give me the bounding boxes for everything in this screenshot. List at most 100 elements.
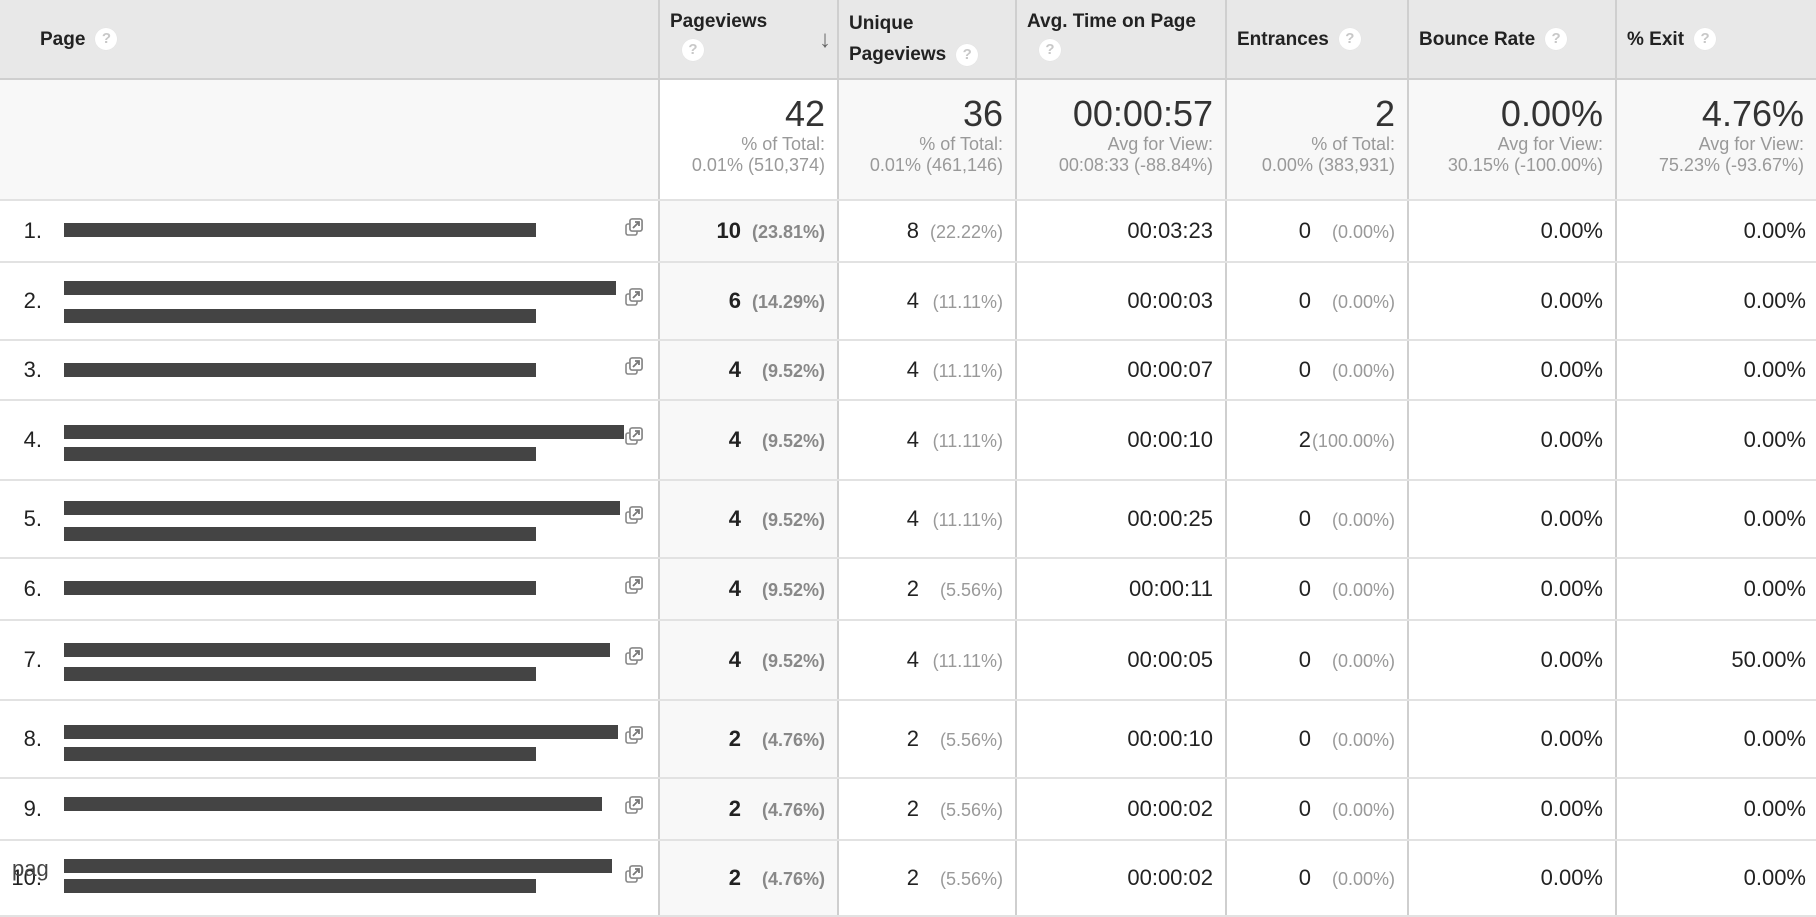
unique-pageviews-percent: (11.11%) — [932, 292, 1003, 312]
entrances-percent: (0.00%) — [1331, 292, 1395, 312]
pageviews-cell: 4 (9.52%) — [659, 400, 839, 481]
exit-cell: 0.00% — [1616, 200, 1816, 263]
unique-pageviews-cell: 2 (5.56%) — [838, 558, 1017, 621]
exit-cell: 0.00% — [1616, 840, 1816, 917]
help-icon[interactable]: ? — [956, 43, 979, 66]
sort-descending-icon[interactable]: ↓ — [819, 24, 831, 55]
row-index: 4. — [23, 427, 42, 452]
open-in-new-window-icon[interactable] — [624, 426, 644, 446]
bounce-rate-cell: 0.00% — [1408, 778, 1617, 841]
unique-pageviews-percent: (11.11%) — [932, 431, 1003, 451]
pageviews-cell: 10 (23.81%) — [659, 200, 839, 263]
help-icon[interactable]: ? — [1545, 28, 1568, 51]
pageviews-value: 4 — [728, 647, 741, 672]
column-header-page[interactable]: Page? — [0, 0, 660, 80]
open-in-new-window-icon[interactable] — [624, 575, 644, 595]
bounce-rate-cell: 0.00% — [1408, 558, 1617, 621]
exit-cell: 0.00% — [1616, 700, 1816, 779]
column-header-avg-time[interactable]: Avg. Time on Page ? — [1016, 0, 1227, 80]
avg-time-cell: 00:00:10 — [1016, 700, 1227, 779]
unique-pageviews-value: 4 — [906, 647, 919, 672]
pageviews-value: 2 — [728, 865, 741, 890]
summary-row: 42 % of Total: 0.01% (510,374) 36 % of T… — [0, 79, 1816, 201]
help-icon[interactable]: ? — [1039, 39, 1061, 61]
page-cell[interactable]: 6. — [0, 558, 660, 621]
header-row: Page? Pageviews ? ↓ Unique Pageviews? Av… — [0, 0, 1816, 80]
redacted-page-url — [64, 859, 612, 873]
pageviews-percent: (9.52%) — [761, 580, 825, 600]
unique-pageviews-cell: 4 (11.11%) — [838, 340, 1017, 401]
redacted-page-url — [64, 363, 536, 377]
page-cell[interactable]: 2. — [0, 262, 660, 341]
exit-cell: 0.00% — [1616, 262, 1816, 341]
overlay-text-fragment: pag — [12, 856, 49, 881]
exit-cell: 0.00% — [1616, 400, 1816, 481]
unique-pageviews-value: 2 — [906, 726, 919, 751]
entrances-cell: 0 (0.00%) — [1226, 480, 1409, 559]
column-header-bounce-rate[interactable]: Bounce Rate? — [1408, 0, 1617, 80]
table-row: 2. 6 (14.29%) 4 (11.11%) 00:00:03 0 (0.00%) 0.00… — [0, 262, 1816, 341]
row-index: 2. — [23, 288, 42, 313]
entrances-cell: 0 (0.00%) — [1226, 700, 1409, 779]
open-in-new-window-icon[interactable] — [624, 725, 644, 745]
summary-label: % of Total: — [919, 134, 1003, 154]
pageviews-cell: 4 (9.52%) — [659, 480, 839, 559]
open-in-new-window-icon[interactable] — [624, 646, 644, 666]
table-row: 4. 4 (9.52%) 4 (11.11%) 00:00:10 2(100.00%) 0.0… — [0, 400, 1816, 481]
column-header-unique-pageviews[interactable]: Unique Pageviews? — [838, 0, 1017, 80]
entrances-value: 0 — [1298, 647, 1311, 672]
pageviews-percent: (9.52%) — [761, 510, 825, 530]
redacted-page-url — [64, 747, 536, 761]
page-cell[interactable]: 9. — [0, 778, 660, 841]
redacted-page-url — [64, 501, 620, 515]
open-in-new-window-icon[interactable] — [624, 795, 644, 815]
summary-page-cell — [0, 79, 660, 201]
bounce-rate-cell: 0.00% — [1408, 340, 1617, 401]
column-header-pageviews[interactable]: Pageviews ? ↓ — [659, 0, 839, 80]
pageviews-value: 2 — [728, 726, 741, 751]
pageviews-value: 10 — [716, 218, 741, 243]
page-cell[interactable]: 1. — [0, 200, 660, 263]
table-row: 7. 4 (9.52%) 4 (11.11%) 00:00:05 0 (0.00%) 0.00%… — [0, 620, 1816, 701]
page-cell[interactable]: 3. — [0, 340, 660, 401]
entrances-percent: (0.00%) — [1331, 361, 1395, 381]
page-cell[interactable]: 8. — [0, 700, 660, 779]
table-row: 3. 4 (9.52%) 4 (11.11%) 00:00:07 0 (0.00%) 0.00%… — [0, 340, 1816, 401]
table-row: 5. 4 (9.52%) 4 (11.11%) 00:00:25 0 (0.00%) 0.00%… — [0, 480, 1816, 559]
bounce-rate-cell: 0.00% — [1408, 840, 1617, 917]
entrances-cell: 0 (0.00%) — [1226, 558, 1409, 621]
exit-cell: 0.00% — [1616, 340, 1816, 401]
open-in-new-window-icon[interactable] — [624, 864, 644, 884]
entrances-cell: 0 (0.00%) — [1226, 778, 1409, 841]
redacted-page-url — [64, 725, 618, 739]
page-cell[interactable]: 4. — [0, 400, 660, 481]
open-in-new-window-icon[interactable] — [624, 356, 644, 376]
open-in-new-window-icon[interactable] — [624, 287, 644, 307]
redacted-page-url — [64, 447, 536, 461]
help-icon[interactable]: ? — [1338, 28, 1361, 51]
column-header-label: Entrances — [1237, 28, 1329, 50]
help-icon[interactable]: ? — [682, 39, 704, 61]
page-cell[interactable]: 7. — [0, 620, 660, 701]
unique-pageviews-cell: 4 (11.11%) — [838, 620, 1017, 701]
entrances-value: 0 — [1298, 288, 1311, 313]
entrances-cell: 0 (0.00%) — [1226, 262, 1409, 341]
avg-time-cell: 00:00:02 — [1016, 840, 1227, 917]
entrances-cell: 0 (0.00%) — [1226, 840, 1409, 917]
page-cell[interactable]: 5. — [0, 480, 660, 559]
unique-pageviews-value: 2 — [906, 865, 919, 890]
avg-time-cell: 00:03:23 — [1016, 200, 1227, 263]
entrances-value: 0 — [1298, 865, 1311, 890]
column-header-exit[interactable]: % Exit? — [1616, 0, 1816, 80]
pageviews-value: 4 — [728, 506, 741, 531]
open-in-new-window-icon[interactable] — [624, 505, 644, 525]
page-report-table: Page? Pageviews ? ↓ Unique Pageviews? Av… — [0, 0, 1816, 917]
column-header-entrances[interactable]: Entrances? — [1226, 0, 1409, 80]
help-icon[interactable]: ? — [1694, 28, 1717, 51]
pageviews-cell: 6 (14.29%) — [659, 262, 839, 341]
help-icon[interactable]: ? — [95, 28, 118, 51]
open-in-new-window-icon[interactable] — [624, 217, 644, 237]
entrances-value: 0 — [1298, 357, 1311, 382]
page-cell[interactable]: 10. — [0, 840, 660, 917]
pageviews-percent: (14.29%) — [751, 292, 825, 312]
